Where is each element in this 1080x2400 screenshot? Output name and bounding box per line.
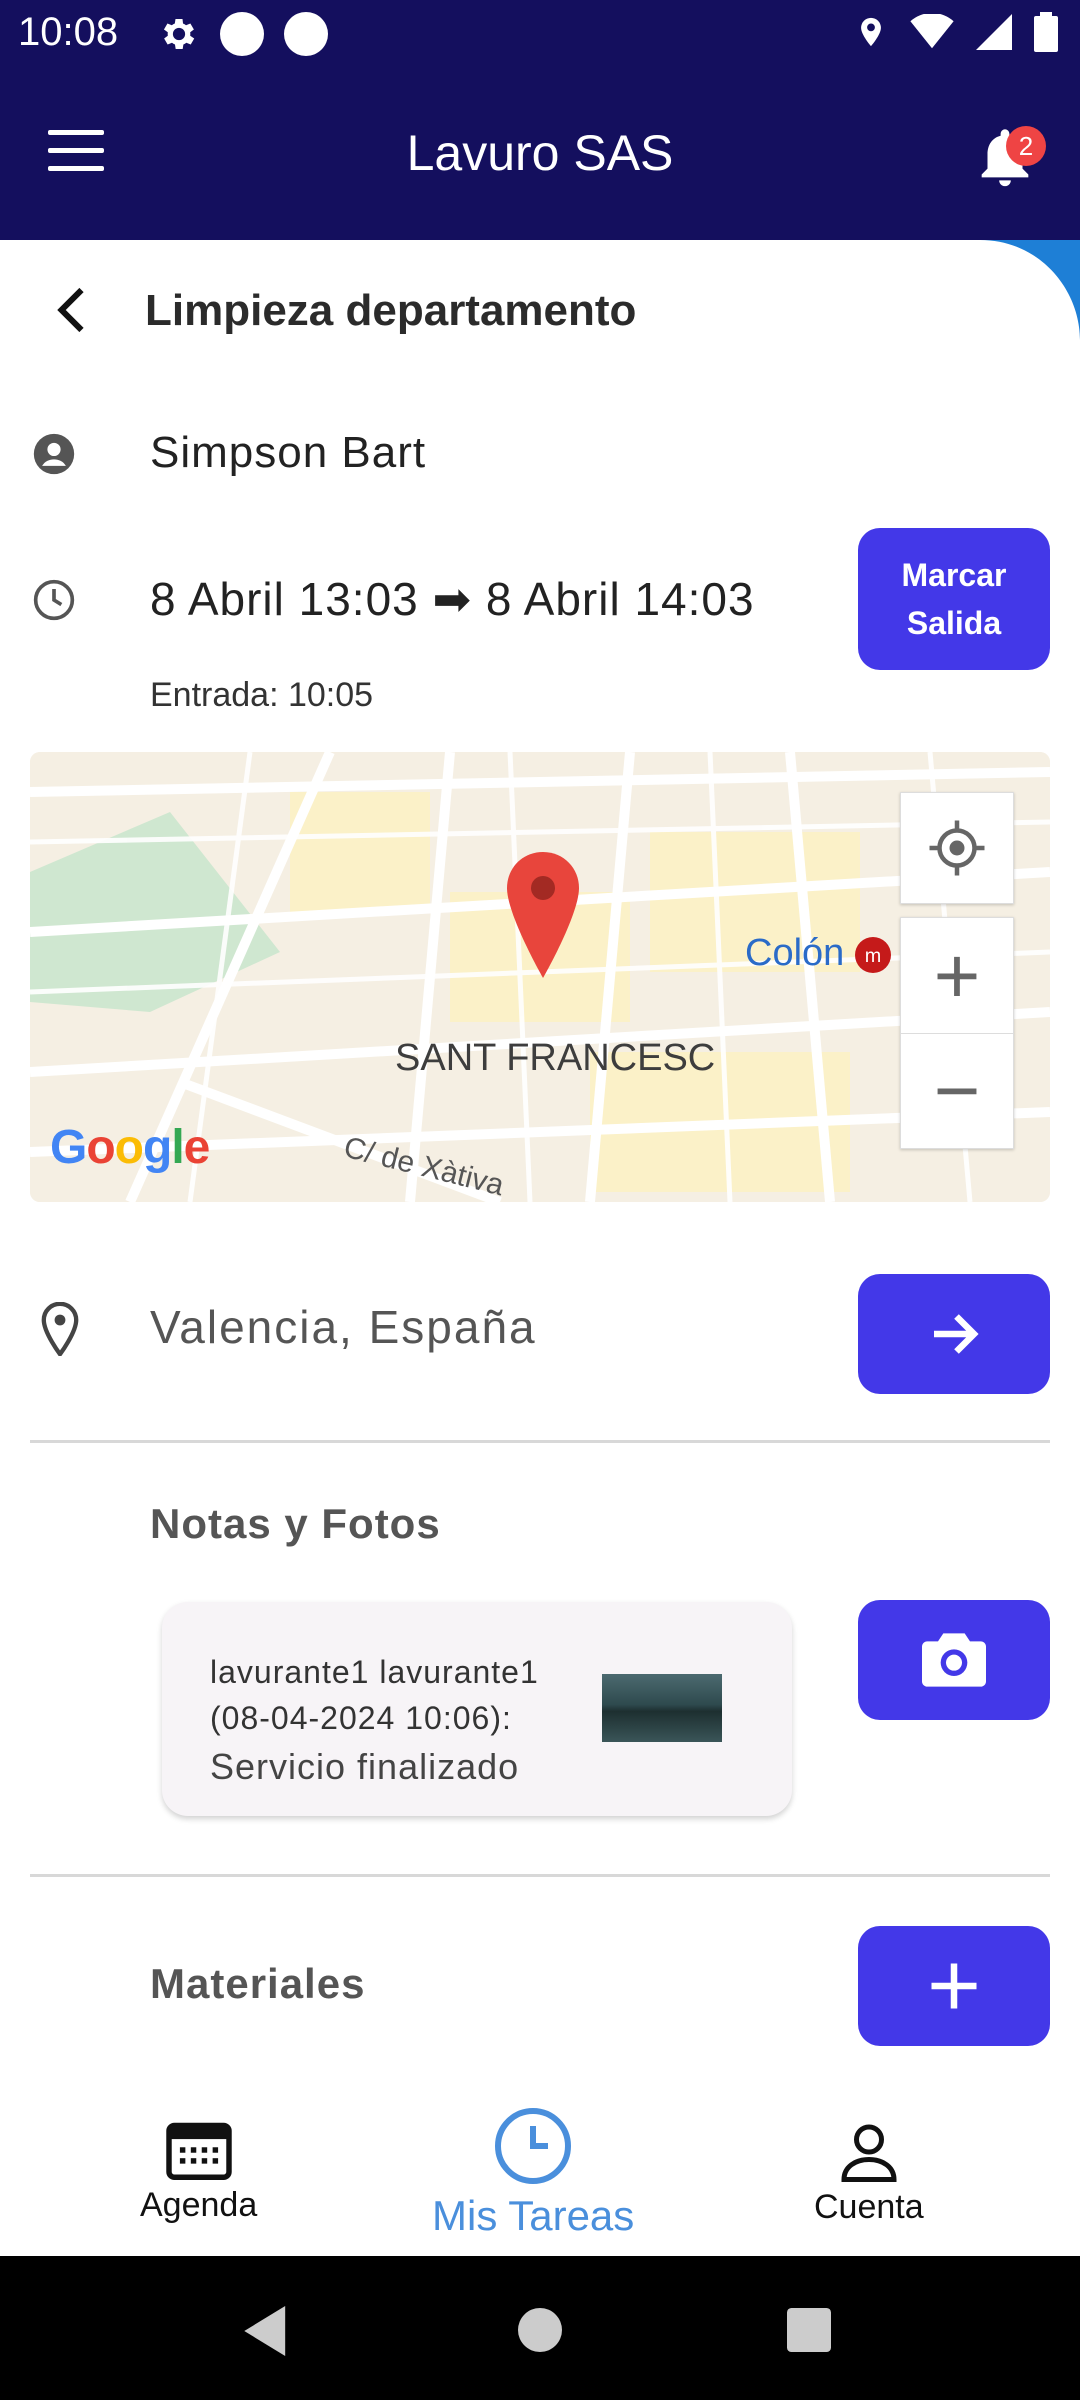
person-icon — [841, 2124, 897, 2182]
add-photo-button[interactable] — [858, 1600, 1050, 1720]
metro-icon: m — [855, 937, 891, 973]
task-header: Limpieza departamento — [0, 260, 1080, 370]
note-date: (08-04-2024 10:06): — [210, 1700, 512, 1736]
svg-text:m: m — [865, 945, 881, 967]
back-triangle-icon[interactable] — [244, 2306, 290, 2356]
map-label-colon: Colón — [745, 932, 845, 974]
signal-icon — [976, 14, 1012, 50]
app-bar: Lavuro SAS 2 — [0, 72, 1080, 240]
zoom-in-button[interactable]: + — [901, 919, 1013, 1034]
map-pin-icon[interactable] — [507, 852, 579, 978]
nav-label-mis-tareas: Mis Tareas — [432, 2192, 635, 2239]
status-time: 10:08 — [18, 10, 119, 54]
my-location-button[interactable] — [900, 792, 1014, 904]
notification-badge: 2 — [1006, 126, 1046, 166]
zoom-out-button[interactable]: − — [901, 1034, 1013, 1148]
status-icons-right — [854, 12, 1058, 52]
status-icons-left — [158, 12, 328, 56]
crosshair-icon — [929, 820, 985, 876]
camera-icon — [922, 1633, 986, 1687]
home-circle-icon[interactable] — [518, 2308, 562, 2352]
client-name: Simpson Bart — [150, 428, 427, 477]
status-bar: 10:08 — [0, 0, 1080, 72]
divider — [30, 1874, 1050, 1877]
nav-item-agenda[interactable]: Agenda — [140, 2120, 257, 2225]
notes-section-title: Notas y Fotos — [150, 1500, 441, 1547]
gear-icon — [163, 18, 195, 50]
nav-item-mis-tareas[interactable]: Mis Tareas — [432, 2106, 634, 2240]
page-title: Limpieza departamento — [145, 286, 637, 335]
wifi-icon — [910, 14, 954, 49]
google-logo: Google — [50, 1121, 210, 1174]
zoom-controls: + − — [900, 917, 1014, 1149]
status-dot-icon — [284, 12, 328, 56]
map-label-district: SANT FRANCESC — [395, 1037, 716, 1079]
navigate-button[interactable] — [858, 1274, 1050, 1394]
app-title: Lavuro SAS — [406, 125, 674, 181]
map-view[interactable]: Colón m SANT FRANCESC C/ de Xàtiva Googl… — [30, 752, 1050, 1202]
account-circle-icon — [33, 433, 75, 475]
system-navigation-bar — [0, 2256, 1080, 2400]
calendar-icon — [165, 2122, 232, 2180]
entrada-time: Entrada: 10:05 — [150, 676, 374, 714]
note-text: Servicio finalizado — [210, 1746, 520, 1787]
add-material-button[interactable] — [858, 1926, 1050, 2046]
recents-square-icon[interactable] — [786, 2308, 832, 2352]
bottom-navigation: Agenda Mis Tareas Cuenta — [0, 2080, 1080, 2256]
materials-section-title: Materiales — [150, 1960, 366, 2007]
location-pin-icon — [41, 1302, 79, 1356]
note-card[interactable]: lavurante1 lavurante1 (08-04-2024 10:06)… — [162, 1602, 792, 1816]
time-range: 8 Abril 13:03 ➡ 8 Abril 14:03 — [150, 573, 755, 625]
address-text: Valencia, España — [150, 1301, 537, 1353]
location-icon — [861, 17, 881, 47]
note-author: lavurante1 lavurante1 — [210, 1654, 539, 1690]
nav-label-cuenta: Cuenta — [814, 2188, 924, 2226]
plus-icon — [931, 1963, 977, 2009]
divider — [30, 1440, 1050, 1443]
arrow-right-icon — [934, 1314, 979, 1354]
note-photo-thumbnail[interactable] — [602, 1674, 722, 1742]
clock-icon — [33, 579, 75, 621]
status-dot-icon — [220, 12, 264, 56]
nav-label-agenda: Agenda — [140, 2186, 258, 2224]
nav-item-cuenta[interactable]: Cuenta — [814, 2122, 924, 2227]
battery-icon — [1034, 12, 1058, 52]
back-arrow-icon[interactable] — [44, 280, 104, 340]
checkout-button[interactable]: Marcar Salida — [858, 528, 1050, 670]
clock-icon — [495, 2108, 572, 2184]
